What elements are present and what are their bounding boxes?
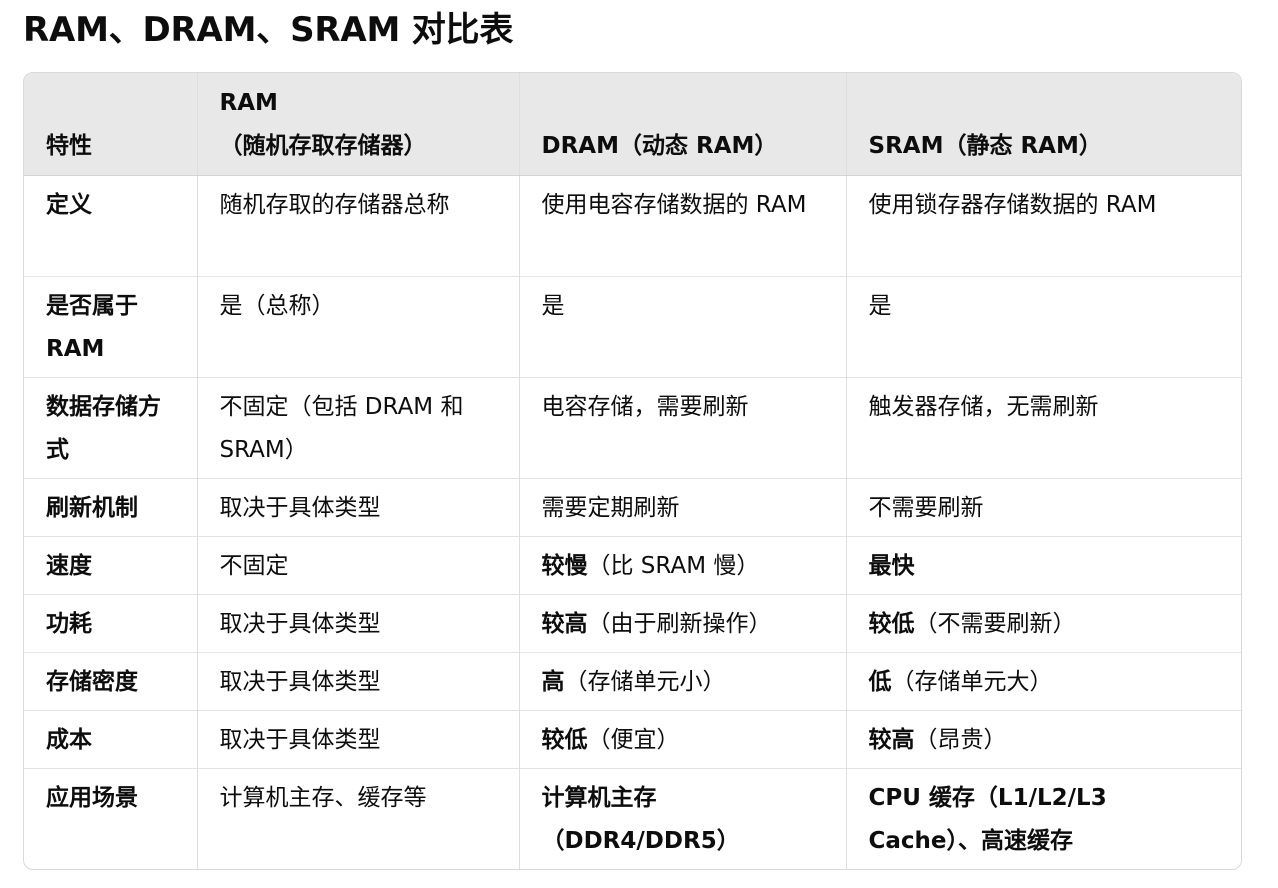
page: RAM、DRAM、SRAM 对比表 特性 RAM （随机存取存储器） DRAM（… (0, 0, 1278, 888)
feature-cell: 是否属于 RAM (46, 292, 138, 362)
sram-cell-text: 是 (868, 292, 892, 319)
dram-cell-text: （便宜） (587, 726, 680, 753)
sram-cell-text: 使用锁存器存储数据的 RAM (868, 191, 1157, 218)
dram-cell: 高（存储单元小） (518, 652, 846, 710)
feature-cell: 定义 (46, 191, 92, 218)
feature-cell: 成本 (46, 726, 92, 753)
sram-cell: 触发器存储，无需刷新 (845, 377, 1241, 478)
sram-cell-emphasis: 较低 (868, 610, 915, 637)
header-dram: DRAM（动态 RAM） (518, 73, 846, 176)
table-row-applications: 应用场景 计算机主存、缓存等 计算机主存（DDR4/DDR5） CPU 缓存（L… (24, 768, 1241, 869)
feature-cell: 应用场景 (46, 784, 138, 811)
header-ram-line1: RAM (219, 89, 278, 116)
ram-cell: 计算机主存、缓存等 (196, 768, 519, 869)
ram-cell: 随机存取的存储器总称 (196, 175, 519, 276)
dram-cell-emphasis: 较慢 (541, 552, 588, 579)
ram-cell: 是（总称） (196, 276, 519, 377)
table-row-storage-method: 数据存储方式 不固定（包括 DRAM 和 SRAM） 电容存储，需要刷新 触发器… (24, 377, 1241, 478)
header-row: 特性 RAM （随机存取存储器） DRAM（动态 RAM） SRAM（静态 RA… (24, 73, 1241, 176)
dram-cell-text: 需要定期刷新 (541, 494, 680, 521)
dram-cell: 较高（由于刷新操作） (518, 594, 846, 652)
table-row-definition: 定义 随机存取的存储器总称 使用电容存储数据的 RAM 使用锁存器存储数据的 R… (24, 175, 1241, 276)
page-title: RAM、DRAM、SRAM 对比表 (23, 10, 514, 50)
dram-cell-emphasis: 较低 (541, 726, 588, 753)
dram-cell: 需要定期刷新 (518, 478, 846, 536)
sram-cell-text: 不需要刷新 (868, 494, 984, 521)
table-row-refresh: 刷新机制 取决于具体类型 需要定期刷新 不需要刷新 (24, 478, 1241, 536)
sram-cell-text: （存储单元大） (891, 668, 1053, 695)
table-header: 特性 RAM （随机存取存储器） DRAM（动态 RAM） SRAM（静态 RA… (24, 73, 1241, 176)
ram-cell: 不固定（包括 DRAM 和 SRAM） (196, 377, 519, 478)
feature-cell: 存储密度 (46, 668, 138, 695)
table-row-cost: 成本 取决于具体类型 较低（便宜） 较高（昂贵） (24, 710, 1241, 768)
table-body: 定义 随机存取的存储器总称 使用电容存储数据的 RAM 使用锁存器存储数据的 R… (24, 175, 1241, 869)
comparison-table-container: 特性 RAM （随机存取存储器） DRAM（动态 RAM） SRAM（静态 RA… (23, 72, 1242, 870)
sram-cell: 不需要刷新 (845, 478, 1241, 536)
dram-cell-emphasis: 计算机主存（DDR4/DDR5） (541, 784, 740, 854)
ram-cell: 取决于具体类型 (196, 652, 519, 710)
ram-cell: 取决于具体类型 (196, 710, 519, 768)
dram-cell: 计算机主存（DDR4/DDR5） (518, 768, 846, 869)
sram-cell: 是 (845, 276, 1241, 377)
dram-cell: 较慢（比 SRAM 慢） (518, 536, 846, 594)
dram-cell: 使用电容存储数据的 RAM (518, 175, 846, 276)
dram-cell-text: 是 (541, 292, 565, 319)
sram-cell-emphasis: 低 (868, 668, 892, 695)
header-ram-line2: （随机存取存储器） (219, 132, 427, 159)
sram-cell: 较低（不需要刷新） (845, 594, 1241, 652)
header-sram: SRAM（静态 RAM） (845, 73, 1241, 176)
comparison-table: 特性 RAM （随机存取存储器） DRAM（动态 RAM） SRAM（静态 RA… (24, 73, 1241, 869)
dram-cell-emphasis: 高 (541, 668, 565, 695)
table-row-speed: 速度 不固定 较慢（比 SRAM 慢） 最快 (24, 536, 1241, 594)
table-row-is-ram: 是否属于 RAM 是（总称） 是 是 (24, 276, 1241, 377)
ram-cell: 取决于具体类型 (196, 478, 519, 536)
dram-cell: 是 (518, 276, 846, 377)
sram-cell-emphasis: 较高 (868, 726, 915, 753)
sram-cell-text: （昂贵） (914, 726, 1007, 753)
sram-cell: 最快 (845, 536, 1241, 594)
sram-cell-emphasis: CPU 缓存（L1/L2/L3 Cache）、高速缓存 (868, 784, 1107, 854)
sram-cell-text: 触发器存储，无需刷新 (868, 393, 1099, 420)
header-feature: 特性 (24, 73, 197, 176)
header-ram: RAM （随机存取存储器） (196, 73, 519, 176)
dram-cell: 较低（便宜） (518, 710, 846, 768)
dram-cell-text: 使用电容存储数据的 RAM (541, 191, 807, 218)
sram-cell: 低（存储单元大） (845, 652, 1241, 710)
sram-cell: 较高（昂贵） (845, 710, 1241, 768)
feature-cell: 功耗 (46, 610, 92, 637)
ram-cell: 取决于具体类型 (196, 594, 519, 652)
feature-cell: 刷新机制 (46, 494, 138, 521)
table-row-density: 存储密度 取决于具体类型 高（存储单元小） 低（存储单元大） (24, 652, 1241, 710)
sram-cell: CPU 缓存（L1/L2/L3 Cache）、高速缓存 (845, 768, 1241, 869)
feature-cell: 速度 (46, 552, 92, 579)
sram-cell-emphasis: 最快 (868, 552, 915, 579)
table-row-power: 功耗 取决于具体类型 较高（由于刷新操作） 较低（不需要刷新） (24, 594, 1241, 652)
ram-cell: 不固定 (196, 536, 519, 594)
dram-cell-text: 电容存储，需要刷新 (541, 393, 749, 420)
dram-cell-text: （比 SRAM 慢） (587, 552, 760, 579)
dram-cell-text: （由于刷新操作） (587, 610, 772, 637)
dram-cell: 电容存储，需要刷新 (518, 377, 846, 478)
feature-cell: 数据存储方式 (46, 393, 161, 463)
sram-cell-text: （不需要刷新） (914, 610, 1076, 637)
dram-cell-text: （存储单元小） (564, 668, 726, 695)
sram-cell: 使用锁存器存储数据的 RAM (845, 175, 1241, 276)
dram-cell-emphasis: 较高 (541, 610, 588, 637)
